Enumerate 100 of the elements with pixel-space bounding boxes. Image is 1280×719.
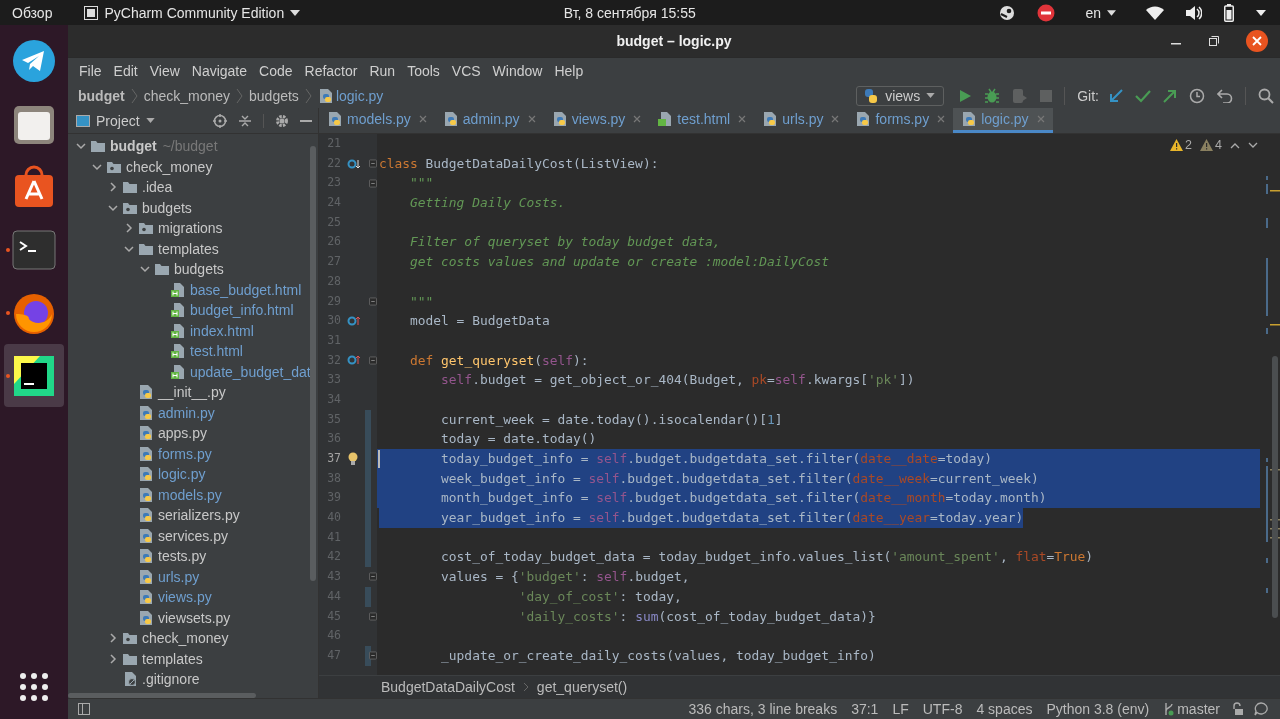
tree-item[interactable]: check_money xyxy=(68,156,318,177)
tree-item[interactable]: update_budget_dat xyxy=(68,361,318,382)
show-applications-icon[interactable] xyxy=(20,673,48,701)
clock[interactable]: Вт, 8 сентября 15:55 xyxy=(563,4,696,21)
horizontal-scrollbar-thumb[interactable] xyxy=(68,693,256,698)
overrides-marker-icon[interactable] xyxy=(347,315,361,328)
fold-icon[interactable] xyxy=(369,611,377,621)
tree-item[interactable]: tests.py xyxy=(68,546,318,567)
push-arrow-icon[interactable] xyxy=(1163,88,1177,103)
menu-item[interactable]: Navigate xyxy=(185,62,254,79)
tree-item[interactable]: budgets xyxy=(68,197,318,218)
git-branch[interactable]: master xyxy=(1161,701,1222,717)
event-log-icon[interactable] xyxy=(1254,702,1268,716)
restore-icon[interactable] xyxy=(1208,35,1220,47)
tree-item[interactable]: templates xyxy=(68,238,318,259)
tree-item[interactable]: urls.py xyxy=(68,566,318,587)
caret-position[interactable]: 37:1 xyxy=(849,701,881,717)
menu-item[interactable]: View xyxy=(143,62,186,79)
history-clock-icon[interactable] xyxy=(1189,87,1205,104)
menu-item[interactable]: Code xyxy=(253,62,299,79)
close-icon[interactable] xyxy=(1246,30,1268,52)
tree-item[interactable]: .idea xyxy=(68,177,318,198)
line-separator[interactable]: LF xyxy=(890,701,911,717)
fold-icon[interactable] xyxy=(369,178,377,188)
lightbulb-icon[interactable] xyxy=(347,451,359,466)
fold-icon[interactable] xyxy=(369,355,377,365)
menu-item[interactable]: Window xyxy=(486,62,549,79)
code-breadcrumb[interactable]: BudgetDataDailyCost xyxy=(381,679,515,695)
tree-item[interactable]: budgets xyxy=(68,259,318,280)
change-marker[interactable] xyxy=(365,409,371,430)
run-configuration-dropdown[interactable]: views xyxy=(856,85,945,106)
editor-tab[interactable]: models.py xyxy=(319,108,435,133)
next-chevron-icon[interactable] xyxy=(1248,141,1258,149)
update-arrow-icon[interactable] xyxy=(1109,88,1123,103)
tree-item[interactable]: budget_info.html xyxy=(68,300,318,321)
commit-check-icon[interactable] xyxy=(1135,88,1151,103)
overrides-marker-icon[interactable] xyxy=(347,354,361,367)
indent-setting[interactable]: 4 spaces xyxy=(974,701,1035,717)
locate-icon[interactable] xyxy=(213,113,227,128)
file-encoding[interactable]: UTF-8 xyxy=(920,701,965,717)
tree-item[interactable]: migrations xyxy=(68,218,318,239)
tree-item[interactable]: forms.py xyxy=(68,443,318,464)
tree-item[interactable]: admin.py xyxy=(68,402,318,423)
menu-item[interactable]: Tools xyxy=(401,62,446,79)
battery-icon[interactable] xyxy=(1224,3,1234,22)
python-interpreter[interactable]: Python 3.8 (env) xyxy=(1044,701,1152,717)
breadcrumb[interactable]: check_money xyxy=(143,87,231,104)
tree-item[interactable]: services.py xyxy=(68,525,318,546)
fold-icon[interactable] xyxy=(369,159,377,169)
tree-item[interactable]: logic.py xyxy=(68,464,318,485)
settings-icon[interactable] xyxy=(275,113,289,128)
app-menu[interactable]: PyCharm Community Edition xyxy=(84,4,301,21)
editor-tab[interactable]: admin.py xyxy=(434,108,544,133)
debug-icon[interactable] xyxy=(984,87,1001,104)
lock-icon[interactable] xyxy=(1232,702,1244,716)
breadcrumb[interactable]: logic.py xyxy=(317,87,384,104)
fold-icon[interactable] xyxy=(369,296,377,306)
tree-item[interactable]: views.py xyxy=(68,587,318,608)
tree-item[interactable]: serializers.py xyxy=(68,505,318,526)
do-not-disturb-icon[interactable] xyxy=(1037,3,1056,22)
editor-tab[interactable]: test.html xyxy=(649,108,755,133)
previous-chevron-icon[interactable] xyxy=(1230,141,1240,149)
tree-item[interactable]: base_budget.html xyxy=(68,279,318,300)
rollback-icon[interactable] xyxy=(1217,88,1233,103)
editor-tab[interactable]: forms.py xyxy=(847,108,954,133)
tree-item[interactable]: viewsets.py xyxy=(68,607,318,628)
tree-item[interactable]: .gitignore xyxy=(68,669,318,690)
wifi-icon[interactable] xyxy=(1146,5,1164,20)
tree-item[interactable]: models.py xyxy=(68,484,318,505)
tree-item[interactable]: test.html xyxy=(68,341,318,362)
menu-item[interactable]: File xyxy=(73,62,108,79)
implemented-marker-icon[interactable] xyxy=(347,157,361,170)
fold-icon[interactable] xyxy=(369,572,377,582)
menu-item[interactable]: Edit xyxy=(107,62,144,79)
tree-item[interactable]: budget ~/budget xyxy=(68,136,318,157)
volume-icon[interactable] xyxy=(1186,5,1202,20)
activities-button[interactable]: Обзор xyxy=(12,4,53,21)
tree-item[interactable]: apps.py xyxy=(68,423,318,444)
code-breadcrumb[interactable]: get_queryset() xyxy=(536,679,628,695)
scrollbar-thumb[interactable] xyxy=(1272,356,1278,618)
tree-item[interactable]: __init__.py xyxy=(68,382,318,403)
fold-icon[interactable] xyxy=(369,651,377,661)
menu-item[interactable]: VCS xyxy=(445,62,487,79)
editor-tab[interactable]: views.py xyxy=(543,108,650,133)
pycharm-launcher[interactable] xyxy=(4,344,64,407)
run-icon[interactable] xyxy=(958,88,973,103)
tree-item[interactable]: templates xyxy=(68,648,318,669)
keyboard-layout-menu[interactable]: en xyxy=(1085,4,1116,21)
steam-icon[interactable] xyxy=(999,4,1016,21)
project-view-dropdown[interactable]: Project xyxy=(76,112,155,129)
search-icon[interactable] xyxy=(1258,87,1274,104)
collapse-all-icon[interactable] xyxy=(238,113,252,128)
system-menu-caret-icon[interactable] xyxy=(1256,9,1266,16)
breadcrumb[interactable]: budgets xyxy=(249,87,299,104)
tree-item[interactable]: check_money xyxy=(68,628,318,649)
tree-item[interactable]: index.html xyxy=(68,320,318,341)
change-marker[interactable] xyxy=(365,547,371,568)
menu-item[interactable]: Help xyxy=(548,62,590,79)
editor-tab[interactable]: urls.py xyxy=(754,108,848,133)
scrollbar-thumb[interactable] xyxy=(310,146,316,581)
